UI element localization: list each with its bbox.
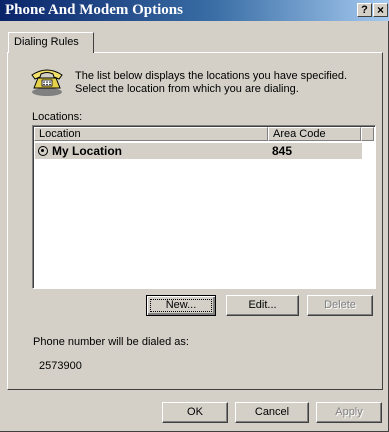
window-title: Phone And Modem Options <box>5 2 183 18</box>
ok-button[interactable]: OK <box>162 402 228 423</box>
cancel-button[interactable]: Cancel <box>235 402 309 423</box>
dialed-number: 2573900 <box>39 360 82 372</box>
column-header-filler <box>361 127 374 141</box>
column-header-area-code[interactable]: Area Code <box>268 127 361 141</box>
table-row[interactable]: My Location 845 <box>35 143 362 159</box>
help-button[interactable]: ? <box>357 3 372 17</box>
locations-list[interactable]: Location Area Code My Location 845 <box>32 125 376 289</box>
delete-button[interactable]: Delete <box>307 295 373 316</box>
focus-rect <box>150 299 212 312</box>
column-header-location[interactable]: Location <box>34 127 268 141</box>
location-name: My Location <box>52 144 123 158</box>
close-button[interactable]: × <box>373 3 388 17</box>
edit-button[interactable]: Edit... <box>226 295 299 316</box>
telephone-icon <box>31 69 63 96</box>
phone-modem-dialog: Phone And Modem Options ? × Dialing Rule… <box>0 0 389 432</box>
location-area-code: 845 <box>272 144 293 158</box>
apply-button[interactable]: Apply <box>316 402 382 423</box>
locations-label: Locations: <box>32 111 83 123</box>
title-bar[interactable]: Phone And Modem Options ? × <box>0 0 389 21</box>
new-button[interactable]: New... <box>146 295 216 316</box>
intro-text: The list below displays the locations yo… <box>75 70 348 95</box>
radio-selected-icon <box>38 146 48 156</box>
dialed-as-label: Phone number will be dialed as: <box>33 336 189 348</box>
tab-dialing-rules[interactable]: Dialing Rules <box>8 32 94 53</box>
